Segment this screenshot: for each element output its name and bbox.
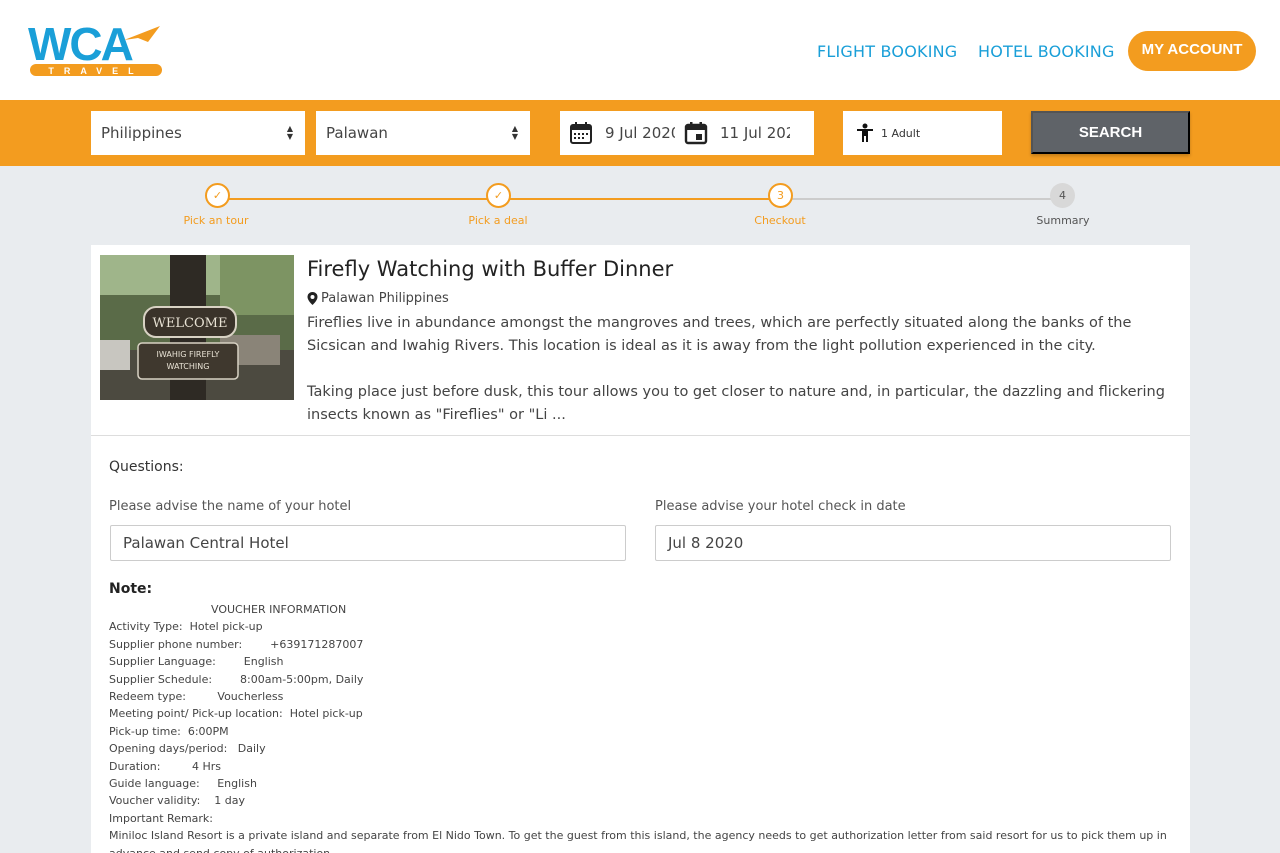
hotel-name-input[interactable]: Palawan Central Hotel <box>110 525 626 561</box>
logo-text: WCA <box>28 18 133 70</box>
logo-sub: TRAVEL <box>48 66 143 76</box>
search-button[interactable]: SEARCH <box>1031 111 1190 154</box>
voucher-line: Guide language: English <box>109 777 257 791</box>
step-4-marker: 4 <box>1050 183 1075 208</box>
section-divider <box>91 435 1190 436</box>
nav-hotel-booking[interactable]: HOTEL BOOKING <box>978 42 1115 61</box>
voucher-line: Voucher validity: 1 day <box>109 794 246 808</box>
hotel-checkin-date-label: Please advise your hotel check in date <box>655 499 906 514</box>
voucher-line: Duration: 4 Hrs <box>109 759 221 773</box>
date-range-picker[interactable]: 9 Jul 2020 11 Jul 2020 <box>560 111 814 155</box>
select-arrows-icon: ▲ ▼ <box>286 124 293 141</box>
voucher-line: Supplier Schedule: 8:00am-5:00pm, Daily <box>109 672 364 686</box>
calendar-icon[interactable] <box>569 121 593 145</box>
tour-description-paragraph: Taking place just before dusk, this tour… <box>307 384 1165 423</box>
step-2-label: Pick a deal <box>468 214 528 227</box>
svg-text:WELCOME: WELCOME <box>153 316 228 331</box>
region-select[interactable]: Palawan ▲ ▼ <box>316 111 530 155</box>
voucher-line: Supplier Language: English <box>109 655 284 669</box>
select-arrows-icon: ▲ ▼ <box>511 124 518 141</box>
progress-line-pending <box>781 198 1063 200</box>
step-3-label: Checkout <box>754 214 806 227</box>
date-from-input[interactable]: 9 Jul 2020 <box>605 124 675 142</box>
map-pin-icon <box>307 292 318 305</box>
voucher-line: Important Remark: <box>109 811 214 825</box>
my-account-button[interactable]: MY ACCOUNT <box>1128 31 1256 71</box>
voucher-line: Miniloc Island Resort is a private islan… <box>109 829 1167 843</box>
checkout-card: WELCOME IWAHIG FIREFLY WATCHING Firefly … <box>91 245 1190 853</box>
note-title: Note: <box>109 581 153 597</box>
voucher-line: Redeem type: Voucherless <box>109 690 284 704</box>
tour-location: Palawan Philippines <box>307 291 449 306</box>
voucher-heading: VOUCHER INFORMATION <box>211 603 347 616</box>
tour-photo: WELCOME IWAHIG FIREFLY WATCHING <box>100 255 294 400</box>
region-select-value: Palawan <box>326 124 388 142</box>
country-select-value: Philippines <box>101 124 182 142</box>
step-4-label: Summary <box>1036 214 1090 227</box>
step-3-marker: 3 <box>768 183 793 208</box>
hotel-name-label: Please advise the name of your hotel <box>109 499 352 514</box>
voucher-line: Opening days/period: Daily <box>109 742 266 756</box>
nav-flight-booking[interactable]: FLIGHT BOOKING <box>817 42 957 61</box>
wca-travel-logo[interactable]: WCA TRAVEL <box>28 16 168 78</box>
search-bar: Philippines ▲ ▼ Palawan ▲ ▼ 9 Jul 2020 11 … <box>0 100 1280 166</box>
guests-selector[interactable]: 1 Adult <box>843 111 1002 155</box>
step-1-label: Pick an tour <box>183 214 249 227</box>
voucher-information: VOUCHER INFORMATION Activity Type: Hotel… <box>109 601 1169 853</box>
tour-description: Fireflies live in abundance amongst the … <box>307 312 1177 450</box>
date-to-input[interactable]: 11 Jul 2020 <box>720 124 790 142</box>
voucher-line: Meeting point/ Pick-up location: Hotel p… <box>109 707 363 721</box>
country-select[interactable]: Philippines ▲ ▼ <box>91 111 305 155</box>
svg-text:IWAHIG FIREFLY: IWAHIG FIREFLY <box>157 350 220 359</box>
voucher-line: Supplier phone number: +639171287007 <box>109 637 364 651</box>
tour-description-paragraph: Fireflies live in abundance amongst the … <box>307 315 1132 354</box>
voucher-line: Activity Type: Hotel pick-up <box>109 620 263 634</box>
voucher-line: advance and send copy of authorization. <box>109 845 1169 853</box>
site-header: WCA TRAVEL FLIGHT BOOKING HOTEL BOOKING … <box>0 0 1280 100</box>
guests-value: 1 Adult <box>881 126 921 140</box>
step-1-check-icon: ✓ <box>205 183 230 208</box>
tour-location-text: Palawan Philippines <box>321 291 449 306</box>
tour-title: Firefly Watching with Buffer Dinner <box>307 257 674 281</box>
step-2-check-icon: ✓ <box>486 183 511 208</box>
hotel-checkin-date-input[interactable]: Jul 8 2020 <box>655 525 1171 561</box>
svg-text:WATCHING: WATCHING <box>167 362 210 371</box>
questions-title: Questions: <box>109 459 184 475</box>
person-icon <box>857 123 873 142</box>
calendar-event-icon[interactable] <box>684 121 708 145</box>
voucher-line: Pick-up time: 6:00PM <box>109 724 229 738</box>
